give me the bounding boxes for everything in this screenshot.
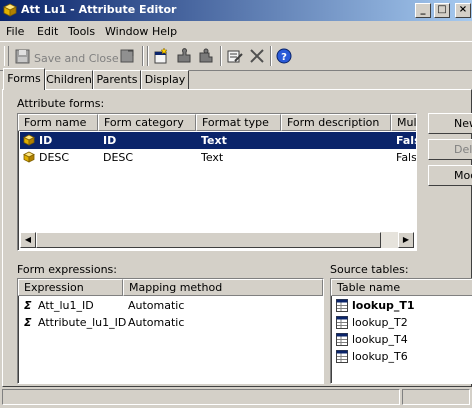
source-tables-list[interactable]: Table name lookup_T1 lookup_T2 lookup_T4… — [330, 278, 472, 384]
maximize-button[interactable]: □ — [434, 3, 450, 18]
expression-cell: Attribute_lu1_ID — [38, 316, 127, 329]
scroll-left-button[interactable]: ◀ — [20, 232, 36, 248]
table-name-cell: lookup_T6 — [352, 350, 408, 363]
column-header-form-description[interactable]: Form description — [281, 114, 391, 131]
puzzle-icon[interactable] — [197, 47, 215, 65]
form-category-cell: ID — [103, 134, 117, 147]
multi-cell: False — [396, 134, 416, 147]
table-row[interactable]: Σ Attribute_lu1_ID Automatic — [20, 314, 320, 331]
table-icon — [336, 350, 348, 363]
scroll-right-button[interactable]: ▶ — [398, 232, 414, 248]
tab-parents[interactable]: Parents — [93, 70, 141, 89]
form-category-cell: DESC — [103, 151, 134, 164]
list-item[interactable]: lookup_T4 — [333, 331, 472, 348]
sigma-icon: Σ — [24, 316, 32, 329]
multi-cell: False — [396, 151, 416, 164]
delete-button[interactable]: Delete — [428, 139, 472, 160]
new-attribute-icon[interactable] — [152, 47, 170, 65]
new-button[interactable]: New... — [428, 113, 472, 134]
modify-button[interactable]: Modify... — [428, 165, 472, 186]
format-type-cell: Text — [201, 134, 227, 147]
toolbar-separator — [147, 46, 149, 66]
scroll-thumb[interactable] — [36, 232, 381, 248]
toolbar-grip[interactable] — [4, 46, 9, 66]
tab-label: Forms — [7, 72, 41, 85]
cube-icon — [3, 3, 17, 17]
menu-bar: File Edit Tools Window Help — [0, 21, 472, 41]
tab-forms[interactable]: Forms — [3, 68, 45, 90]
toolbar-separator — [270, 46, 272, 66]
column-header-form-name[interactable]: Form name — [18, 114, 98, 131]
table-icon — [336, 299, 348, 312]
form-name-cell: ID — [39, 134, 53, 147]
tab-children[interactable]: Children — [45, 70, 93, 89]
toolbar: Save and Close ? — [0, 41, 472, 71]
format-type-cell: Text — [201, 151, 224, 164]
tab-display[interactable]: Display — [141, 70, 189, 89]
help-icon[interactable]: ? — [275, 47, 293, 65]
delete-icon[interactable] — [248, 47, 266, 65]
table-name-cell: lookup_T2 — [352, 316, 408, 329]
status-panel — [2, 389, 400, 405]
puzzle-icon[interactable] — [175, 47, 193, 65]
tab-label: Display — [144, 73, 186, 86]
disk-icon[interactable] — [14, 47, 32, 65]
column-header-form-category[interactable]: Form category — [98, 114, 196, 131]
window-title: Att Lu1 - Attribute Editor — [21, 3, 177, 16]
column-header-mapping-method[interactable]: Mapping method — [123, 279, 323, 296]
table-icon — [336, 316, 348, 329]
menu-file[interactable]: File — [6, 25, 24, 38]
save-icon[interactable] — [118, 47, 136, 65]
attribute-forms-label: Attribute forms: — [17, 97, 105, 110]
mapping-method-cell: Automatic — [128, 299, 185, 312]
mapping-method-cell: Automatic — [128, 316, 185, 329]
sigma-icon: Σ — [24, 299, 32, 312]
menu-window[interactable]: Window — [105, 25, 148, 38]
cube-icon — [23, 151, 35, 163]
table-name-cell: lookup_T4 — [352, 333, 408, 346]
edit-icon[interactable] — [226, 47, 244, 65]
menu-tools[interactable]: Tools — [68, 25, 95, 38]
attribute-forms-list[interactable]: Form name Form category Format type Form… — [17, 113, 417, 251]
svg-text:?: ? — [281, 52, 287, 63]
column-header-expression[interactable]: Expression — [18, 279, 123, 296]
toolbar-separator — [220, 46, 222, 66]
status-bar — [0, 386, 472, 408]
menu-edit[interactable]: Edit — [37, 25, 58, 38]
tab-label: Children — [46, 73, 92, 86]
column-header-format-type[interactable]: Format type — [196, 114, 281, 131]
list-item[interactable]: lookup_T1 — [333, 297, 472, 314]
list-item[interactable]: lookup_T6 — [333, 348, 472, 365]
toolbar-separator — [142, 46, 144, 66]
table-row[interactable]: DESC DESC Text False — [20, 149, 416, 166]
cube-icon — [23, 134, 35, 146]
table-name-cell: lookup_T1 — [352, 299, 415, 312]
minimize-button[interactable]: _ — [415, 3, 431, 18]
column-header-multi[interactable]: Multi — [391, 114, 416, 131]
list-item[interactable]: lookup_T2 — [333, 314, 472, 331]
column-header-table-name[interactable]: Table name — [331, 279, 472, 296]
horizontal-scrollbar[interactable]: ◀ ▶ — [20, 232, 414, 248]
table-row[interactable]: Σ Att_lu1_ID Automatic — [20, 297, 320, 314]
close-button[interactable]: × — [455, 3, 471, 18]
source-tables-label: Source tables: — [330, 263, 409, 276]
form-expressions-list[interactable]: Expression Mapping method Σ Att_lu1_ID A… — [17, 278, 324, 384]
menu-help[interactable]: Help — [152, 25, 177, 38]
table-icon — [336, 333, 348, 346]
table-row[interactable]: ID ID Text False — [20, 132, 416, 149]
tab-label: Parents — [96, 73, 138, 86]
form-expressions-label: Form expressions: — [17, 263, 117, 276]
form-name-cell: DESC — [39, 151, 70, 164]
expression-cell: Att_lu1_ID — [38, 299, 94, 312]
save-and-close-button[interactable]: Save and Close — [34, 52, 119, 65]
title-bar[interactable]: Att Lu1 - Attribute Editor _ □ × — [0, 0, 472, 21]
status-panel — [402, 389, 470, 405]
